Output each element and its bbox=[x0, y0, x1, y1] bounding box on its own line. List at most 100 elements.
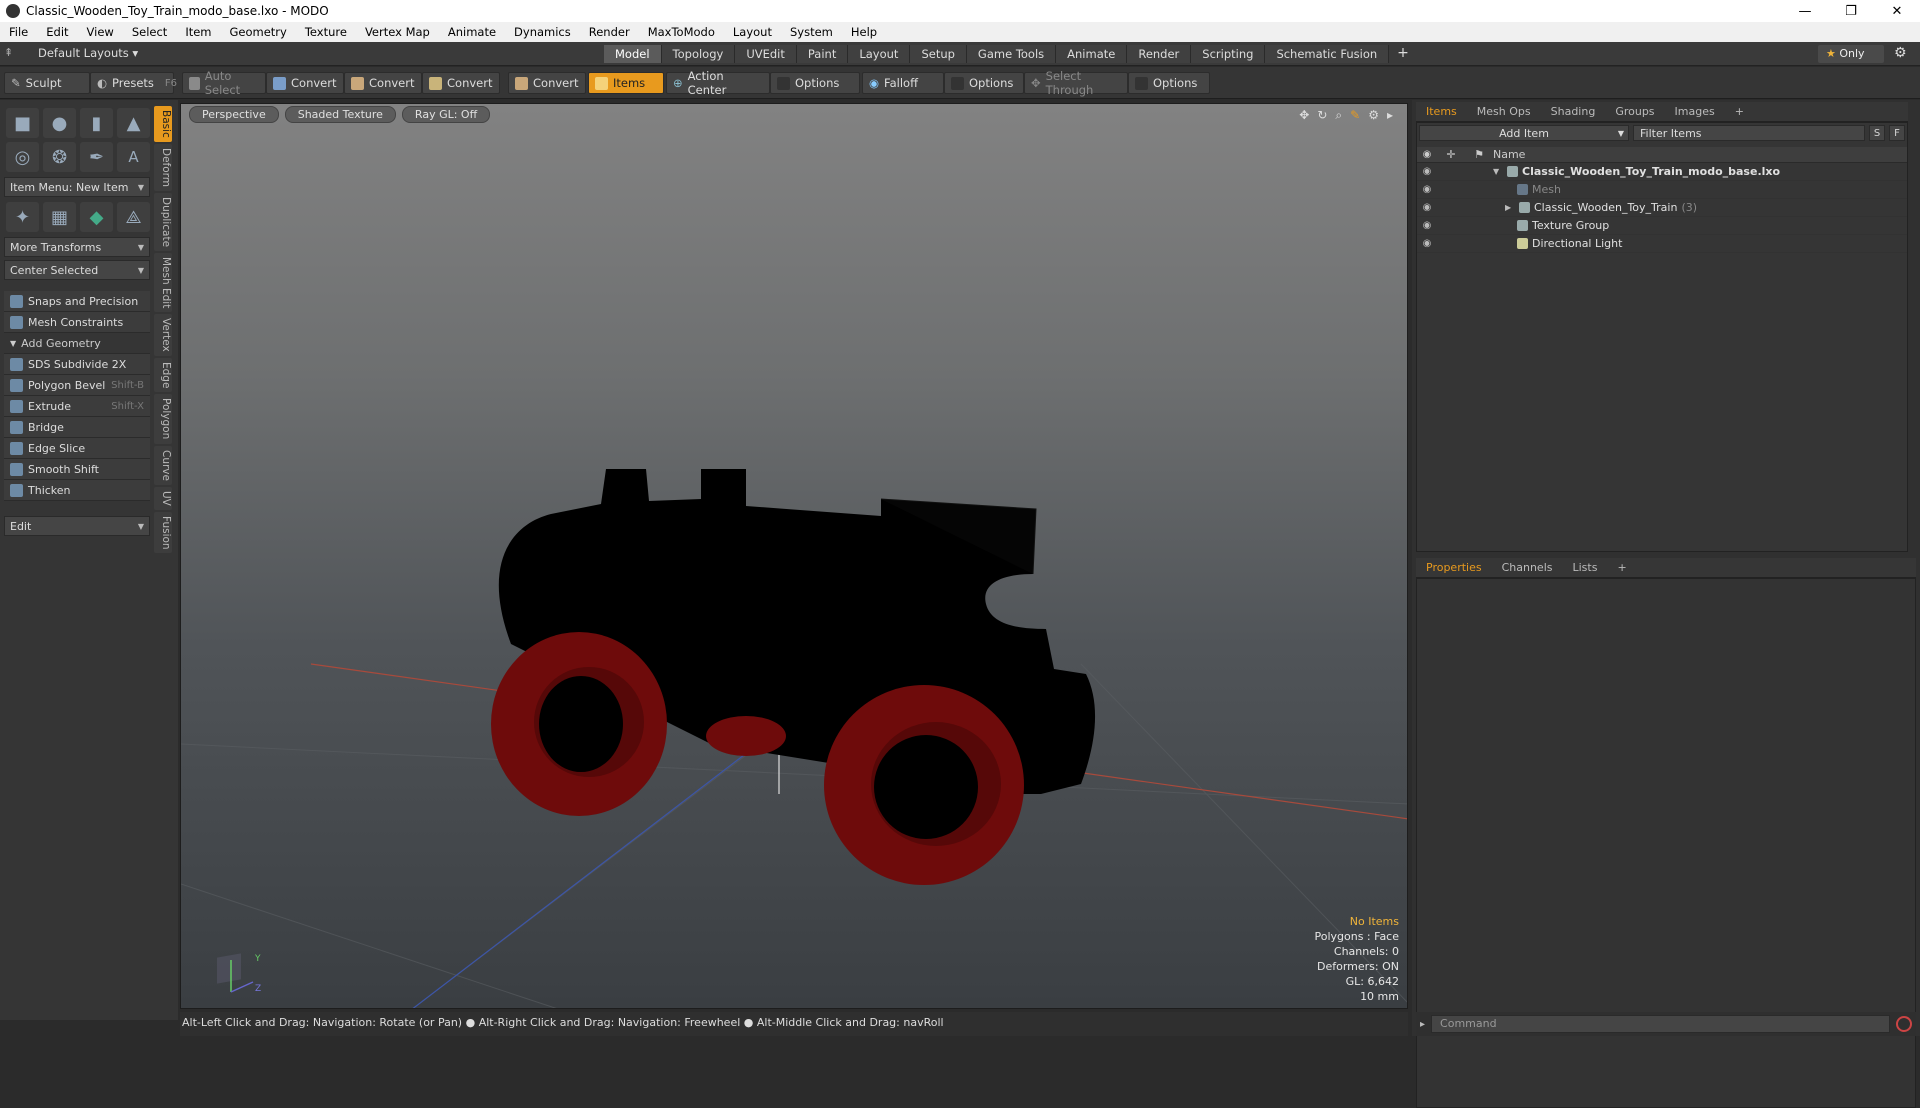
expand-icon[interactable]: ▼ bbox=[1493, 167, 1503, 176]
item-menu-dropdown[interactable]: Item Menu: New Item ▼ bbox=[4, 177, 150, 197]
text-icon[interactable]: A bbox=[117, 142, 150, 172]
add-tab-button[interactable]: + bbox=[1725, 103, 1754, 120]
zoom-icon[interactable]: ⌕ bbox=[1335, 108, 1342, 123]
tree-row-texture-group[interactable]: ◉ Texture Group bbox=[1417, 217, 1907, 235]
snaps-precision-button[interactable]: Snaps and Precision bbox=[4, 291, 150, 312]
thicken-button[interactable]: Thicken bbox=[4, 480, 150, 501]
vtab-deform[interactable]: Deform bbox=[154, 143, 172, 191]
items-mode-button[interactable]: Items bbox=[588, 72, 664, 94]
filter-items-input[interactable]: Filter Items bbox=[1633, 125, 1865, 141]
f-button[interactable]: F bbox=[1889, 125, 1905, 141]
pen-icon[interactable]: ✒ bbox=[80, 142, 113, 172]
menu-view[interactable]: View bbox=[78, 25, 123, 39]
layout-collapse-icon[interactable]: ⇞ bbox=[4, 46, 13, 59]
tab-channels[interactable]: Channels bbox=[1492, 559, 1563, 576]
eye-icon[interactable]: ◉ bbox=[1417, 220, 1437, 231]
gear-icon[interactable]: ⚙ bbox=[1894, 45, 1907, 61]
tab-model[interactable]: Model bbox=[604, 45, 662, 63]
menu-geometry[interactable]: Geometry bbox=[221, 25, 296, 39]
eye-icon[interactable]: ◉ bbox=[1417, 202, 1437, 213]
torus-icon[interactable]: ◎ bbox=[6, 142, 39, 172]
menu-select[interactable]: Select bbox=[123, 25, 176, 39]
menu-edit[interactable]: Edit bbox=[37, 25, 77, 39]
name-column-header[interactable]: Name bbox=[1493, 148, 1525, 161]
cone-icon[interactable]: ▲ bbox=[117, 108, 150, 138]
sphere-icon[interactable]: ● bbox=[43, 108, 76, 138]
tab-shading[interactable]: Shading bbox=[1541, 103, 1606, 120]
grid-icon[interactable]: ▦ bbox=[43, 202, 76, 232]
sds-subdivide-button[interactable]: SDS Subdivide 2X bbox=[4, 354, 150, 375]
render-icon[interactable]: ⚑ bbox=[1465, 148, 1493, 161]
center-selected-dropdown[interactable]: Center Selected ▼ bbox=[4, 260, 150, 280]
tab-game-tools[interactable]: Game Tools bbox=[966, 45, 1057, 63]
tab-groups[interactable]: Groups bbox=[1605, 103, 1664, 120]
plane-icon[interactable]: ⟁ bbox=[117, 202, 150, 232]
vtab-curve[interactable]: Curve bbox=[154, 445, 172, 485]
falloff-button[interactable]: ◉ Falloff bbox=[862, 72, 944, 94]
mesh-constraints-button[interactable]: Mesh Constraints bbox=[4, 312, 150, 333]
eye-icon[interactable]: ◉ bbox=[1417, 238, 1437, 249]
add-tab-button[interactable]: + bbox=[1607, 559, 1636, 576]
edge-slice-button[interactable]: Edge Slice bbox=[4, 438, 150, 459]
view-mode-button[interactable]: Perspective bbox=[189, 106, 279, 123]
convert-button-4[interactable]: Convert bbox=[508, 72, 586, 94]
menu-system[interactable]: System bbox=[781, 25, 842, 39]
tab-animate[interactable]: Animate bbox=[1056, 45, 1128, 63]
cube-icon[interactable]: ■ bbox=[6, 108, 39, 138]
menu-vertex-map[interactable]: Vertex Map bbox=[356, 25, 439, 39]
vtab-uv[interactable]: UV bbox=[154, 486, 172, 510]
menu-animate[interactable]: Animate bbox=[439, 25, 505, 39]
eye-icon[interactable]: ◉ bbox=[1417, 149, 1437, 160]
3d-viewport[interactable]: Y Z Perspective Shaded Texture Ray GL: O… bbox=[180, 103, 1408, 1009]
tab-images[interactable]: Images bbox=[1665, 103, 1725, 120]
extrude-button[interactable]: Extrude Shift-X bbox=[4, 396, 150, 417]
bridge-button[interactable]: Bridge bbox=[4, 417, 150, 438]
menu-file[interactable]: File bbox=[0, 25, 37, 39]
auto-select-button[interactable]: Auto Select bbox=[182, 69, 266, 97]
tab-paint[interactable]: Paint bbox=[796, 45, 849, 63]
vtab-basic[interactable]: Basic bbox=[154, 106, 172, 142]
tab-mesh-ops[interactable]: Mesh Ops bbox=[1467, 103, 1541, 120]
menu-help[interactable]: Help bbox=[842, 25, 886, 39]
tab-setup[interactable]: Setup bbox=[910, 45, 967, 63]
minimize-button[interactable]: — bbox=[1782, 4, 1828, 19]
s-button[interactable]: S bbox=[1869, 125, 1885, 141]
menu-item[interactable]: Item bbox=[176, 25, 220, 39]
menu-texture[interactable]: Texture bbox=[296, 25, 356, 39]
vtab-vertex[interactable]: Vertex bbox=[154, 314, 172, 356]
more-transforms-dropdown[interactable]: More Transforms ▼ bbox=[4, 237, 150, 257]
smooth-shift-button[interactable]: Smooth Shift bbox=[4, 459, 150, 480]
shading-mode-button[interactable]: Shaded Texture bbox=[284, 106, 396, 123]
add-geometry-header[interactable]: ▼ Add Geometry bbox=[4, 333, 150, 354]
menu-render[interactable]: Render bbox=[580, 25, 639, 39]
tab-render[interactable]: Render bbox=[1127, 45, 1192, 63]
chevron-right-icon[interactable]: ▸ bbox=[1387, 108, 1393, 123]
convert-button-2[interactable]: Convert bbox=[344, 72, 422, 94]
sculpt-button[interactable]: ✎ Sculpt bbox=[4, 72, 90, 94]
add-tab-button[interactable]: + bbox=[1389, 45, 1417, 63]
menu-dynamics[interactable]: Dynamics bbox=[505, 25, 580, 39]
rotate-icon[interactable]: ↻ bbox=[1317, 108, 1327, 123]
polygon-bevel-button[interactable]: Polygon Bevel Shift-B bbox=[4, 375, 150, 396]
options-button-1[interactable]: Options bbox=[770, 72, 860, 94]
vtab-mesh-edit[interactable]: Mesh Edit bbox=[154, 252, 172, 313]
gear-icon[interactable]: ⚙ bbox=[1368, 108, 1379, 123]
tab-lists[interactable]: Lists bbox=[1563, 559, 1608, 576]
select-through-button[interactable]: ✥ Select Through bbox=[1024, 69, 1128, 97]
capsule-icon[interactable]: ❂ bbox=[43, 142, 76, 172]
options-button-3[interactable]: Options bbox=[1128, 72, 1210, 94]
presets-button[interactable]: ◐ Presets F6 bbox=[90, 72, 177, 94]
tree-row-directional-light[interactable]: ◉ Directional Light bbox=[1417, 235, 1907, 253]
command-history-icon[interactable] bbox=[1896, 1016, 1912, 1032]
vtab-fusion[interactable]: Fusion bbox=[154, 511, 172, 554]
brush-icon[interactable]: ✎ bbox=[1350, 108, 1360, 123]
vtab-edge[interactable]: Edge bbox=[154, 357, 172, 393]
tab-schematic-fusion[interactable]: Schematic Fusion bbox=[1265, 45, 1390, 63]
raygl-button[interactable]: Ray GL: Off bbox=[401, 106, 491, 123]
pan-icon[interactable]: ✥ bbox=[1299, 108, 1309, 123]
eye-icon[interactable]: ◉ bbox=[1417, 166, 1437, 177]
menu-layout[interactable]: Layout bbox=[724, 25, 781, 39]
train-model[interactable] bbox=[491, 469, 1096, 885]
tree-row-scene[interactable]: ◉ ▼ Classic_Wooden_Toy_Train_modo_base.lx… bbox=[1417, 163, 1907, 181]
maximize-button[interactable]: ❐ bbox=[1828, 4, 1874, 19]
